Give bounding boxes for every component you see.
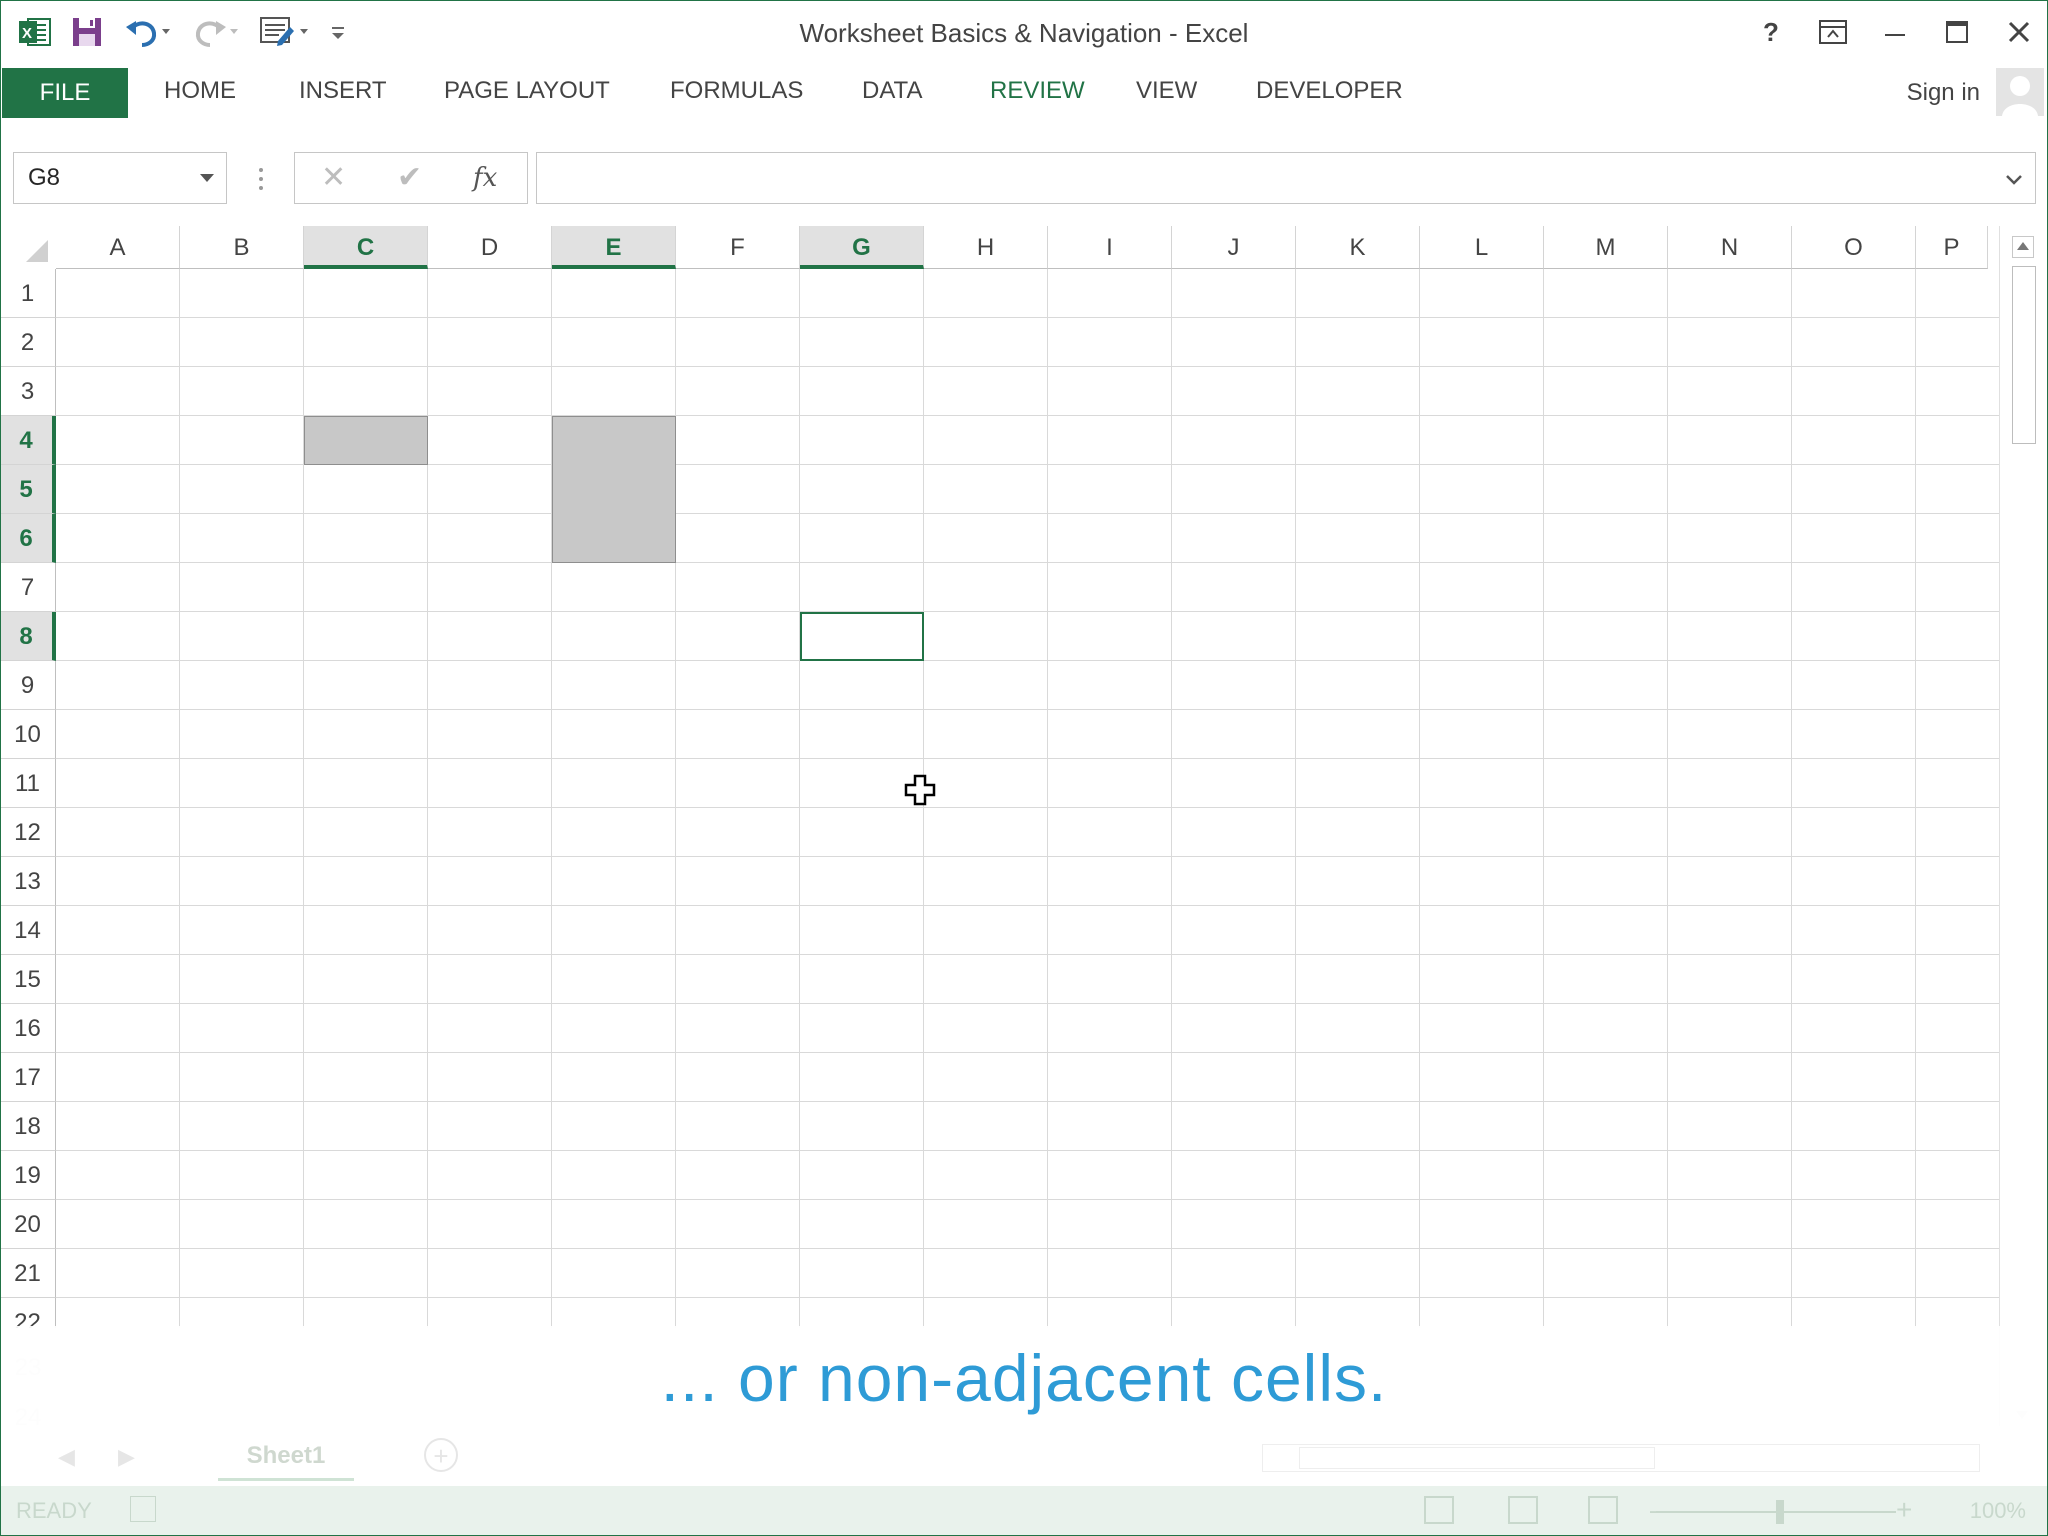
row-header-13[interactable]: 13 [0, 857, 56, 906]
column-header-a[interactable]: A [56, 226, 180, 269]
row-header-7[interactable]: 7 [0, 563, 56, 612]
zoom-level[interactable]: 100% [1970, 1498, 2026, 1524]
column-header-m[interactable]: M [1544, 226, 1668, 269]
sheet-tab-sheet1[interactable]: Sheet1 [218, 1434, 354, 1481]
column-header-n[interactable]: N [1668, 226, 1792, 269]
zoom-in-icon[interactable]: + [1896, 1494, 1912, 1526]
zoom-slider-knob[interactable] [1776, 1500, 1784, 1524]
column-header-i[interactable]: I [1048, 226, 1172, 269]
macro-recording-icon[interactable] [130, 1496, 156, 1522]
tutorial-caption: ... or non-adjacent cells. [0, 1326, 2048, 1430]
zoom-out-icon[interactable]: – [1650, 1494, 1666, 1526]
column-header-c[interactable]: C [304, 226, 428, 269]
cell-area[interactable] [56, 269, 2000, 1328]
column-header-d[interactable]: D [428, 226, 552, 269]
row-header-18[interactable]: 18 [0, 1102, 56, 1151]
insert-function-icon[interactable]: fx [473, 159, 497, 197]
column-header-l[interactable]: L [1420, 226, 1544, 269]
tab-review[interactable]: REVIEW [990, 70, 1085, 112]
tab-developer[interactable]: DEVELOPER [1256, 70, 1403, 112]
tab-insert[interactable]: INSERT [299, 70, 387, 112]
column-header-g[interactable]: G [800, 226, 924, 269]
row-header-22[interactable]: 22 [0, 1298, 56, 1328]
close-icon[interactable] [2004, 17, 2034, 47]
vertical-scrollbar[interactable] [1999, 226, 2048, 1426]
window-title: Worksheet Basics & Navigation - Excel [799, 18, 1249, 48]
ribbon-display-options-icon[interactable] [1818, 17, 1848, 47]
sheet-prev-icon[interactable]: ◀ [58, 1444, 75, 1470]
page-layout-view-icon[interactable] [1508, 1496, 1538, 1524]
normal-view-icon[interactable] [1424, 1496, 1454, 1524]
help-icon[interactable]: ? [1756, 17, 1786, 47]
horizontal-scroll-thumb[interactable] [1299, 1447, 1655, 1469]
row-header-17[interactable]: 17 [0, 1053, 56, 1102]
row-header-1[interactable]: 1 [0, 269, 56, 318]
window-controls: ? [1756, 10, 2034, 54]
row-header-12[interactable]: 12 [0, 808, 56, 857]
column-header-e[interactable]: E [552, 226, 676, 269]
row-header-19[interactable]: 19 [0, 1151, 56, 1200]
add-sheet-icon[interactable]: + [424, 1438, 458, 1472]
selected-range-e4-e6[interactable] [552, 416, 676, 563]
column-header-p[interactable]: P [1916, 226, 1988, 269]
sheet-tab-bar: ◀ ▶ Sheet1 + [0, 1430, 2048, 1486]
tab-home[interactable]: HOME [164, 70, 236, 112]
column-header-f[interactable]: F [676, 226, 800, 269]
sheet-next-icon[interactable]: ▶ [118, 1444, 135, 1470]
minimize-icon[interactable] [1880, 17, 1910, 47]
maximize-icon[interactable] [1942, 17, 1972, 47]
worksheet-grid[interactable]: ABCDEFGHIJKLMNOP 1 2 3 4 5 6 7 8 9 10 11 12 13 14 15 16… [0, 226, 2048, 1328]
cancel-icon[interactable]: ✕ [321, 159, 346, 197]
row-header-14[interactable]: 14 [0, 906, 56, 955]
row-header-10[interactable]: 10 [0, 710, 56, 759]
title-bar: X Worksheet Basics & Navigation - Excel … [0, 0, 2048, 64]
row-header-4[interactable]: 4 [0, 416, 56, 465]
row-header-21[interactable]: 21 [0, 1249, 56, 1298]
name-box-value: G8 [28, 164, 61, 191]
page-break-preview-icon[interactable] [1588, 1496, 1618, 1524]
column-header-h[interactable]: H [924, 226, 1048, 269]
selected-cell-c4[interactable] [304, 416, 428, 465]
row-header-15[interactable]: 15 [0, 955, 56, 1004]
tab-page-layout[interactable]: PAGE LAYOUT [444, 70, 610, 112]
name-box-dropdown-icon[interactable] [200, 174, 214, 182]
tab-data[interactable]: DATA [862, 70, 922, 112]
row-header-2[interactable]: 2 [0, 318, 56, 367]
row-header-6[interactable]: 6 [0, 514, 56, 563]
tab-formulas[interactable]: FORMULAS [670, 70, 803, 112]
expand-formula-bar-icon[interactable] [2005, 167, 2023, 193]
tab-file[interactable]: FILE [2, 68, 128, 118]
ribbon-tabs: FILE HOME INSERT PAGE LAYOUT FORMULAS DA… [0, 64, 2048, 118]
name-box[interactable]: G8 [13, 152, 227, 204]
row-header-3[interactable]: 3 [0, 367, 56, 416]
formula-bar-resize-handle[interactable] [258, 164, 264, 194]
scroll-up-icon[interactable] [2012, 236, 2034, 258]
horizontal-scrollbar[interactable] [1262, 1444, 1980, 1472]
column-header-o[interactable]: O [1792, 226, 1916, 269]
tab-view[interactable]: VIEW [1136, 70, 1197, 112]
row-header-5[interactable]: 5 [0, 465, 56, 514]
cell-cursor-icon [904, 774, 936, 810]
avatar[interactable] [1996, 68, 2044, 116]
row-header-9[interactable]: 9 [0, 661, 56, 710]
formula-buttons: ✕ ✔ fx [294, 152, 528, 204]
formula-bar: G8 ✕ ✔ fx [0, 116, 2048, 240]
row-header-16[interactable]: 16 [0, 1004, 56, 1053]
row-header-20[interactable]: 20 [0, 1200, 56, 1249]
column-header-k[interactable]: K [1296, 226, 1420, 269]
column-header-b[interactable]: B [180, 226, 304, 269]
enter-icon[interactable]: ✔ [397, 159, 422, 197]
active-cell-g8[interactable] [800, 612, 924, 661]
status-bar: READY – + 100% [0, 1486, 2048, 1536]
sign-in-link[interactable]: Sign in [1907, 72, 1980, 114]
status-mode: READY [16, 1498, 92, 1523]
vertical-scroll-thumb[interactable] [2012, 266, 2036, 444]
column-header-j[interactable]: J [1172, 226, 1296, 269]
select-all-corner[interactable] [0, 226, 56, 269]
formula-input[interactable] [536, 152, 2036, 204]
row-header-8[interactable]: 8 [0, 612, 56, 661]
row-header-11[interactable]: 11 [0, 759, 56, 808]
